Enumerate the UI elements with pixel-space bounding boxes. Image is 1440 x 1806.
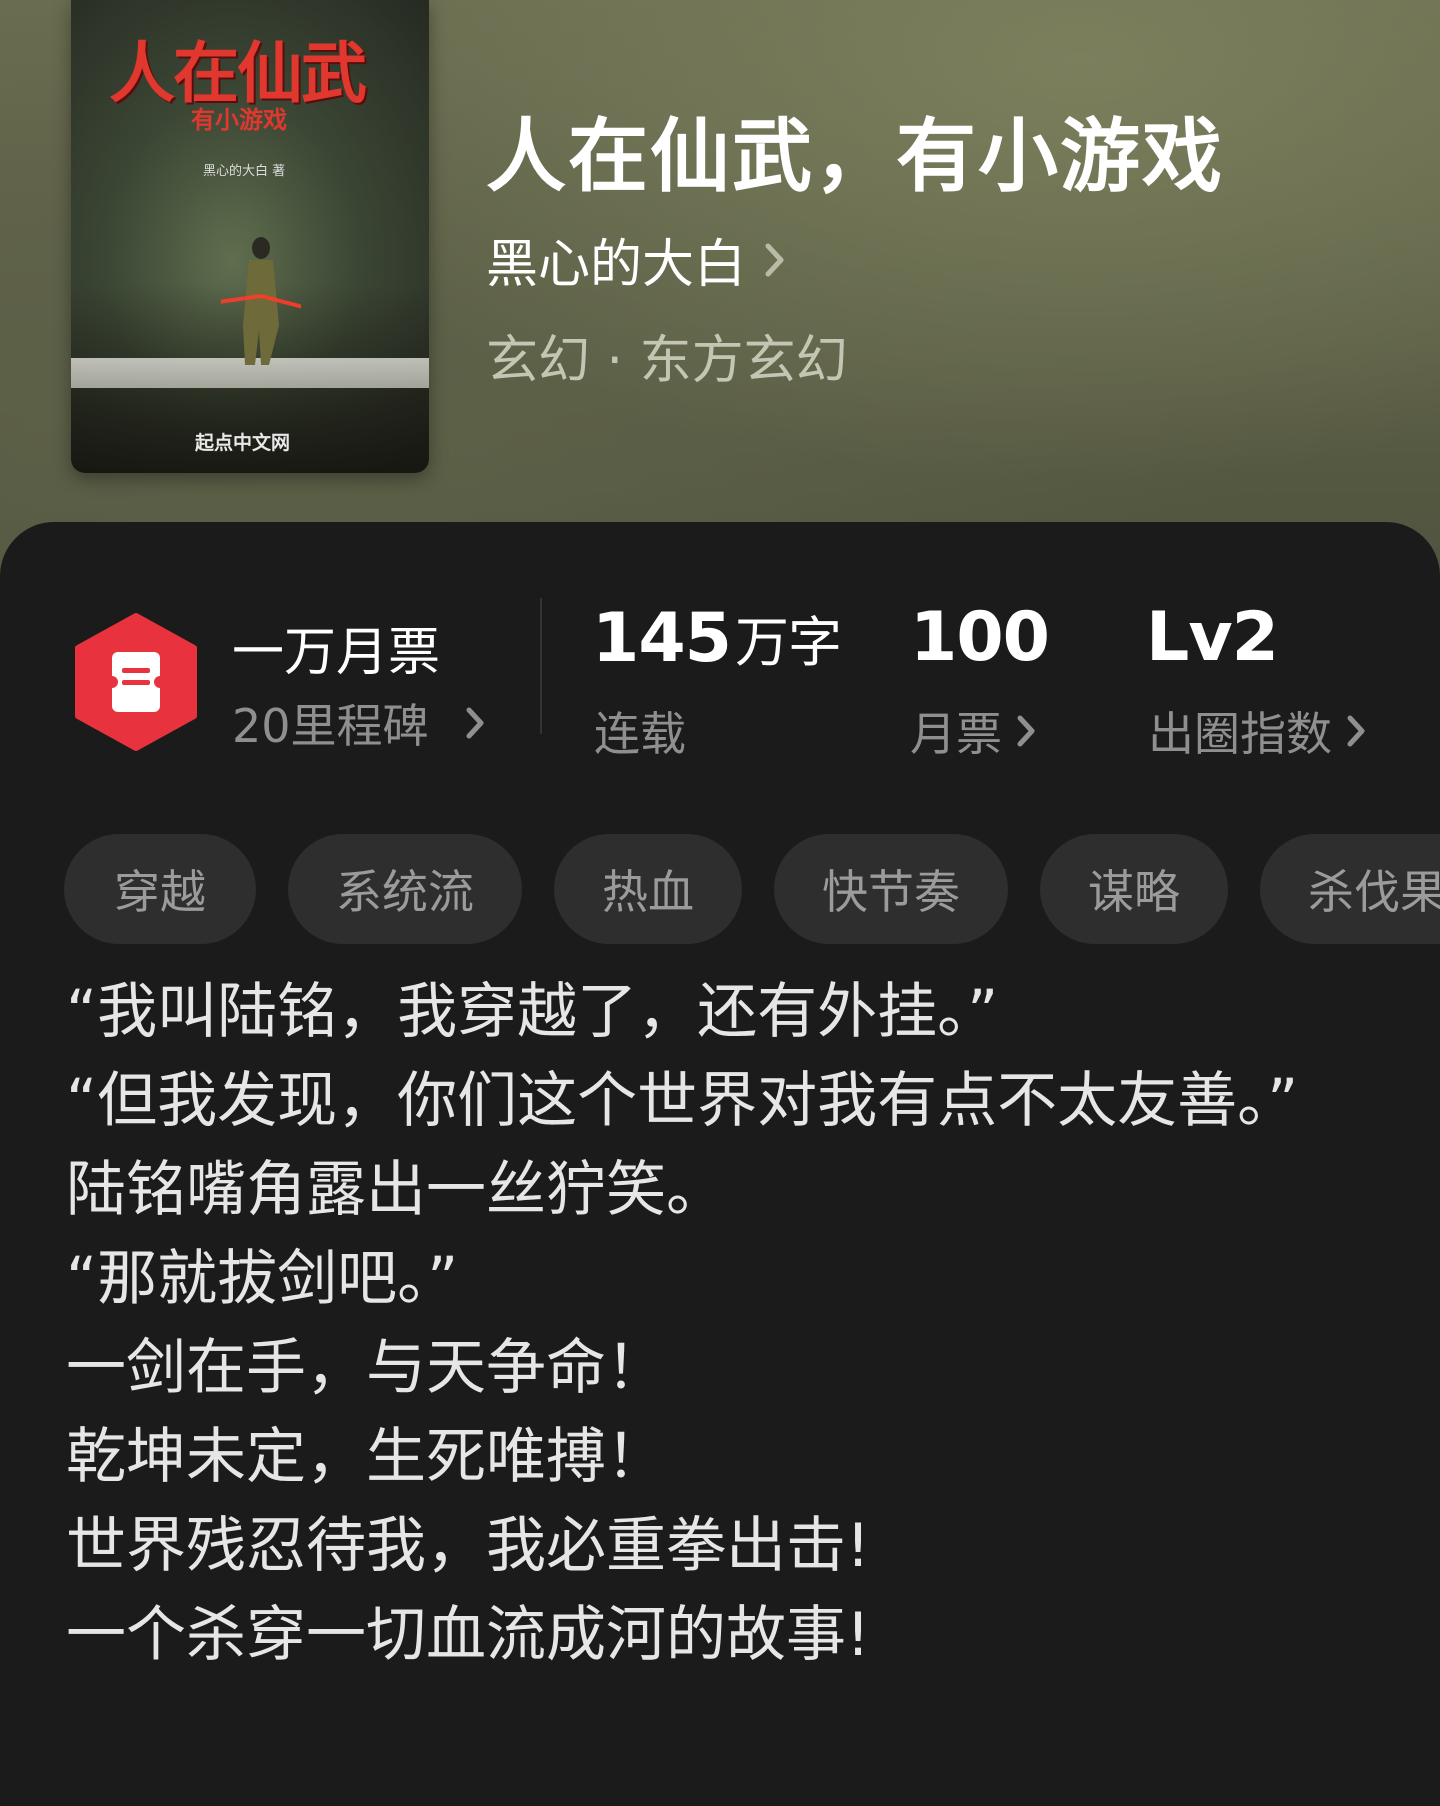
- cover-subtitle: 有小游戏: [191, 106, 287, 134]
- cover-figure: [221, 237, 301, 365]
- chevron-right-icon: [1017, 715, 1035, 747]
- book-description: “我叫陆铭，我穿越了，还有外挂。” “但我发现，你们这个世界对我有点不太友善。”…: [66, 968, 1326, 1680]
- monthly-ticket-label: 月票: [910, 707, 1002, 761]
- milestone-link[interactable]: 20里程碑: [232, 690, 485, 756]
- description-line: 世界残忍待我，我必重拳出击!: [66, 1511, 871, 1581]
- tag-chip[interactable]: 穿越: [64, 834, 256, 944]
- tag-list: 穿越 系统流 热血 快节奏 谋略 杀伐果: [64, 834, 1440, 948]
- author-link[interactable]: 黑心的大白: [486, 222, 786, 297]
- description-line: 乾坤未定，生死唯搏！: [66, 1422, 666, 1492]
- chevron-right-icon: [765, 243, 784, 276]
- genre-label: 玄幻 · 东方玄幻: [486, 331, 848, 391]
- tag-chip[interactable]: 系统流: [288, 834, 522, 944]
- description-line: 陆铭嘴角露出一丝狞笑。: [66, 1155, 726, 1225]
- popularity-index-label: 出圈指数: [1148, 707, 1332, 761]
- serial-status-label: 连载: [594, 707, 686, 761]
- chevron-right-icon: [1347, 715, 1365, 747]
- popularity-index-link[interactable]: 出圈指数: [1148, 698, 1366, 764]
- tag-chip[interactable]: 快节奏: [774, 834, 1008, 944]
- word-count-value: 145: [592, 599, 732, 678]
- book-cover[interactable]: 人在仙武 有小游戏 黑心的大白 著 起点中文网: [71, 0, 429, 473]
- tag-chip[interactable]: 杀伐果: [1260, 834, 1440, 944]
- stats-divider: [540, 598, 542, 734]
- milestone-title: 一万月票: [232, 623, 441, 683]
- description-line: “那就拔剑吧。”: [66, 1244, 459, 1314]
- book-title: 人在仙武，有小游戏: [486, 109, 1224, 203]
- tag-chip[interactable]: 谋略: [1040, 834, 1228, 944]
- author-name: 黑心的大白: [486, 235, 747, 295]
- tag-chip[interactable]: 热血: [554, 834, 742, 944]
- description-line: 一剑在手，与天争命！: [66, 1333, 666, 1403]
- chevron-right-icon: [466, 707, 484, 739]
- description-line: 一个杀穿一切血流成河的故事!: [66, 1600, 871, 1670]
- cover-publisher: 起点中文网: [195, 432, 291, 454]
- word-count-unit: 万字: [734, 611, 842, 674]
- monthly-ticket-count: 100: [910, 598, 1050, 677]
- word-count: 145万字: [592, 598, 842, 678]
- popularity-level: Lv2: [1146, 598, 1279, 677]
- milestone-sub: 20里程碑: [232, 699, 429, 753]
- serial-status: 连载: [594, 698, 686, 764]
- cover-author: 黑心的大白 著: [203, 164, 286, 179]
- description-line: “我叫陆铭，我穿越了，还有外挂。”: [66, 977, 999, 1047]
- description-line: “但我发现，你们这个世界对我有点不太友善。”: [66, 1066, 1299, 1136]
- monthly-ticket-link[interactable]: 月票: [910, 698, 1036, 764]
- ticket-hexagon-icon[interactable]: [72, 612, 200, 752]
